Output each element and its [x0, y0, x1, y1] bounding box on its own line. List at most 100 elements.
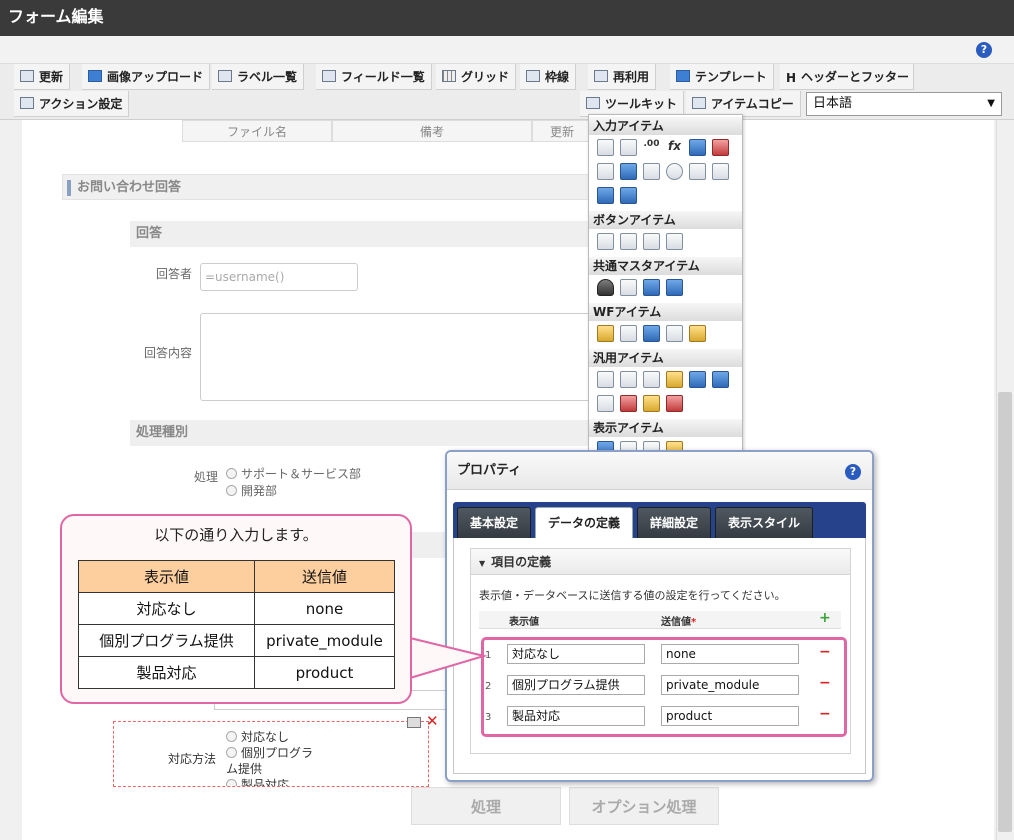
update-button[interactable]: 更新: [14, 64, 71, 90]
user-icon[interactable]: [597, 279, 614, 296]
history-icon[interactable]: [666, 325, 683, 342]
language-select[interactable]: 日本語 ▼: [806, 92, 1002, 116]
building-icon[interactable]: [620, 279, 637, 296]
tab-detail-settings[interactable]: 詳細設定: [637, 507, 712, 538]
column-display-value: 表示値: [509, 617, 539, 628]
required-mark: *: [691, 617, 697, 628]
back-button-icon[interactable]: [643, 233, 660, 250]
grid-button[interactable]: グリッド: [436, 64, 517, 90]
callout-header-display: 表示値: [78, 560, 255, 593]
image-item-icon[interactable]: [643, 325, 660, 342]
window-title: フォーム編集: [0, 0, 1014, 36]
answer-subheader: 回答: [130, 221, 590, 247]
reuse-label: 再利用: [613, 70, 650, 84]
process-option-dev[interactable]: 開発部: [226, 482, 277, 499]
text-field-icon[interactable]: [597, 139, 614, 156]
palette-head-display: 表示アイテム: [589, 419, 742, 437]
responder-input[interactable]: =username(): [200, 263, 358, 291]
attachment-icon[interactable]: [620, 325, 637, 342]
upload-icon[interactable]: [597, 187, 614, 204]
label-list-button[interactable]: ラベル一覧: [212, 64, 305, 90]
org-icon[interactable]: [643, 279, 660, 296]
grid-table-icon[interactable]: [620, 187, 637, 204]
date-icon[interactable]: [689, 139, 706, 156]
item-definition-description: 表示値・データベースに送信する値の設定を行ってください。: [479, 589, 786, 602]
select-icon[interactable]: [689, 163, 706, 180]
action-settings-button[interactable]: アクション設定: [14, 91, 130, 117]
calendar-icon[interactable]: [666, 395, 683, 412]
answer-content-textarea[interactable]: [200, 313, 592, 401]
instruction-callout: 以下の通り入力します。 表示値 送信値 対応なし none 個別プログラム提供 …: [60, 514, 412, 704]
callout-cell-display: 個別プログラム提供: [78, 624, 255, 657]
stamp-icon[interactable]: [689, 325, 706, 342]
rows-highlight-box: [481, 637, 847, 737]
method-option-product[interactable]: 製品対応: [226, 776, 289, 786]
add-row-icon[interactable]: +: [819, 610, 831, 626]
image-upload-label: 画像アップロード: [107, 70, 204, 84]
field-list-button[interactable]: フィールド一覧: [316, 64, 432, 90]
radio-button-icon[interactable]: [666, 163, 683, 180]
toolkit-palette: 入力アイテム .00 fx ボタンアイテム 共通マスタアイテム WFアイテム 汎…: [588, 114, 743, 454]
tab-data-definition[interactable]: データの定義: [535, 507, 634, 538]
number-icon[interactable]: .00: [643, 139, 660, 156]
document-icon[interactable]: [620, 371, 637, 388]
label-list-icon: [218, 70, 232, 82]
file-up-icon[interactable]: [689, 371, 706, 388]
table-header-updated: 更新: [532, 120, 592, 142]
return-button-icon[interactable]: [666, 233, 683, 250]
process-button[interactable]: 処理: [411, 787, 561, 825]
key-icon[interactable]: [666, 371, 683, 388]
radio-icon: [226, 779, 237, 786]
clipboard-icon[interactable]: [597, 325, 614, 342]
item-edit-icon[interactable]: [407, 717, 421, 728]
toolkit-icon: [586, 97, 600, 109]
palette-head-button: ボタンアイテム: [589, 211, 742, 229]
dialog-body: ▼ 項目の定義 表示値・データベースに送信する値の設定を行ってください。 表示値 …: [453, 538, 866, 774]
hidden-field-icon[interactable]: [597, 371, 614, 388]
responder-label: 回答者: [156, 267, 193, 281]
method-option-none[interactable]: 対応なし: [226, 728, 289, 745]
group-icon[interactable]: [666, 279, 683, 296]
border-button[interactable]: 枠線: [520, 64, 577, 90]
help-icon[interactable]: ?: [976, 42, 992, 58]
combo-icon[interactable]: [597, 163, 614, 180]
header-footer-button[interactable]: H ヘッダーとフッター: [780, 64, 914, 90]
textarea-icon[interactable]: [620, 139, 637, 156]
table-row: 対応なし none: [78, 592, 395, 625]
date-range-icon[interactable]: [712, 139, 729, 156]
item-delete-icon[interactable]: ✕: [426, 712, 439, 730]
camera-icon[interactable]: [643, 371, 660, 388]
template-button[interactable]: テンプレート: [670, 64, 774, 90]
dialog-tab-bar: 基本設定 データの定義 詳細設定 表示スタイル: [453, 502, 866, 538]
tab-display-style[interactable]: 表示スタイル: [715, 507, 814, 538]
option-process-button[interactable]: オプション処理: [569, 787, 719, 825]
tree-icon[interactable]: [643, 395, 660, 412]
next-button-icon[interactable]: [620, 233, 637, 250]
panel-icon[interactable]: [597, 395, 614, 412]
reuse-button[interactable]: 再利用: [588, 64, 657, 90]
update-label: 更新: [39, 70, 64, 84]
dialog-help-icon[interactable]: ?: [845, 464, 861, 480]
list-icon[interactable]: [620, 163, 637, 180]
item-definition-panel: ▼ 項目の定義 表示値・データベースに送信する値の設定を行ってください。 表示値 …: [470, 548, 851, 754]
callout-text: 以下の通り入力します。: [154, 526, 318, 544]
process-option-support[interactable]: サポート＆サービス部: [226, 465, 361, 482]
image-upload-button[interactable]: 画像アップロード: [82, 64, 211, 90]
checkbox-icon[interactable]: [643, 163, 660, 180]
item-definition-header[interactable]: ▼ 項目の定義: [471, 549, 850, 575]
file-down-icon[interactable]: [712, 371, 729, 388]
media-icon[interactable]: [620, 395, 637, 412]
submit-button-icon[interactable]: [597, 233, 614, 250]
scrollbar-thumb[interactable]: [998, 392, 1012, 832]
template-label: テンプレート: [695, 70, 767, 84]
radio-icon: [226, 468, 237, 479]
section-inquiry-answer: お問い合わせ回答: [62, 174, 590, 200]
tab-basic-settings[interactable]: 基本設定: [457, 507, 532, 538]
header-footer-icon: H: [786, 71, 797, 85]
formula-icon[interactable]: fx: [666, 139, 683, 156]
table-icon[interactable]: [712, 163, 729, 180]
callout-cell-display: 製品対応: [78, 656, 255, 689]
method-option-private[interactable]: 個別プログラ: [226, 744, 313, 761]
callout-table: 表示値 送信値 対応なし none 個別プログラム提供 private_modu…: [78, 560, 395, 689]
hidden-subheader: [410, 532, 446, 558]
